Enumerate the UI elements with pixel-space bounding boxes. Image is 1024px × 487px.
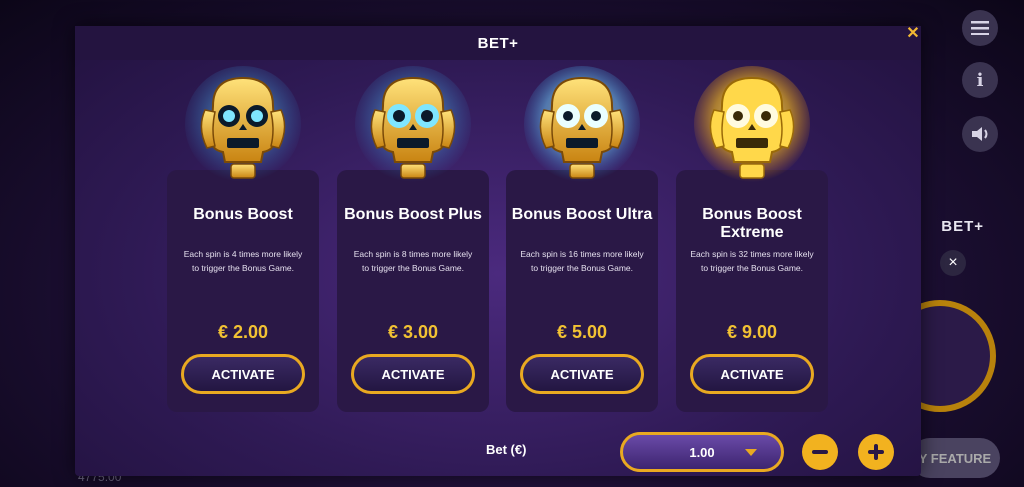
skull-icon-blue: [185, 66, 301, 182]
card-price: € 3.00: [387, 322, 439, 342]
game-side-panel: i: [914, 0, 1024, 487]
card-description: Each spin is 16 times more likely to tri…: [520, 249, 644, 273]
modal-header: BET+: [75, 26, 921, 60]
bet-plus-modal: BET+ Bonus Boost Each spin is 4 times mo…: [75, 26, 921, 476]
bet-value: 1.00: [689, 444, 715, 460]
card-bonus-boost: Bonus Boost Each spin is 4 times more li…: [167, 170, 319, 412]
menu-button[interactable]: [962, 10, 998, 46]
card-bonus-boost-ultra: Bonus Boost Ultra Each spin is 16 times …: [506, 170, 658, 412]
card-title: Bonus Boost Plus: [344, 206, 482, 223]
info-button[interactable]: i: [962, 62, 998, 98]
close-button[interactable]: ✕: [902, 22, 924, 44]
increase-bet-button[interactable]: [858, 434, 894, 470]
card-title: Bonus Boost Ultra: [511, 206, 653, 223]
modal-title: BET+: [477, 34, 519, 52]
menu-icon: [971, 21, 989, 35]
close-icon: ✕: [906, 25, 920, 42]
card-price: € 9.00: [726, 322, 778, 342]
sound-button[interactable]: [962, 116, 998, 152]
bet-select[interactable]: 1.00: [620, 432, 784, 472]
card-price: € 5.00: [556, 322, 608, 342]
card-description: Each spin is 4 times more likely to trig…: [183, 249, 303, 273]
card-title: Bonus Boost: [193, 206, 293, 223]
speaker-icon: [972, 127, 988, 141]
minus-icon: [812, 450, 828, 454]
activate-button-bonus-boost-extreme[interactable]: ACTIVATE: [690, 354, 814, 394]
bg-betplus-label: BET+: [941, 218, 984, 235]
bg-feature-button: Y FEATURE: [910, 438, 1000, 478]
card-description: Each spin is 32 times more likely to tri…: [690, 249, 814, 273]
card-title: Bonus Boost Extreme: [702, 206, 802, 241]
skull-icon-ultra: [524, 66, 640, 182]
activate-button-bonus-boost[interactable]: ACTIVATE: [181, 354, 305, 394]
info-icon: i: [976, 69, 984, 91]
bet-label: Bet (€): [486, 442, 527, 457]
bg-close-icon: ×: [940, 250, 966, 276]
skull-icon-blue-plus: [355, 66, 471, 182]
activate-button-bonus-boost-plus[interactable]: ACTIVATE: [351, 354, 475, 394]
chevron-down-icon: [745, 449, 757, 456]
card-price: € 2.00: [217, 322, 269, 342]
skull-icon-extreme: [694, 66, 810, 182]
decrease-bet-button[interactable]: [802, 434, 838, 470]
card-bonus-boost-extreme: Bonus Boost Extreme Each spin is 32 time…: [676, 170, 828, 412]
activate-button-bonus-boost-ultra[interactable]: ACTIVATE: [520, 354, 644, 394]
card-description: Each spin is 8 times more likely to trig…: [353, 249, 473, 273]
plus-icon: [868, 444, 884, 460]
card-bonus-boost-plus: Bonus Boost Plus Each spin is 8 times mo…: [337, 170, 489, 412]
